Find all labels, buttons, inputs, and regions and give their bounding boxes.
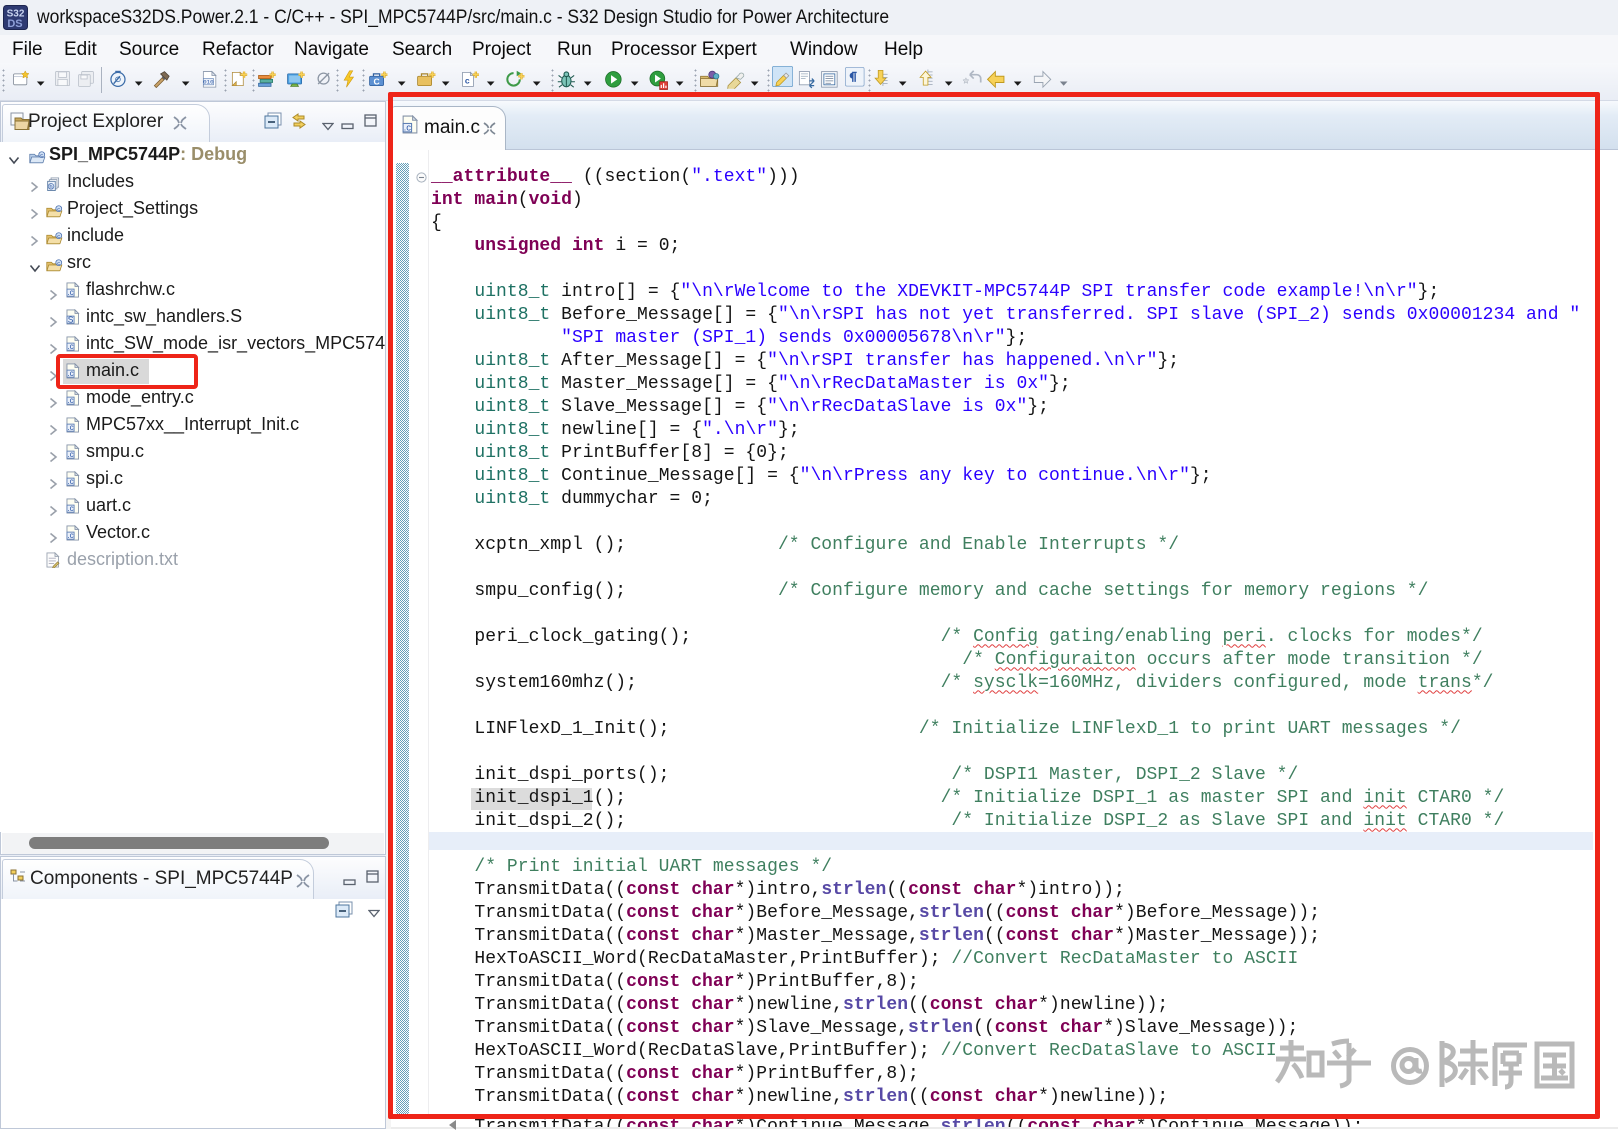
svg-text:c: c — [57, 206, 60, 212]
svg-text:.c: .c — [67, 531, 73, 540]
svg-text:.c: .c — [67, 504, 73, 513]
svg-text:c: c — [465, 75, 470, 85]
svg-text:h: h — [49, 184, 52, 190]
svg-text:.c: .c — [67, 396, 73, 405]
svg-text:010: 010 — [203, 79, 214, 86]
svg-text:.c: .c — [67, 342, 73, 351]
svg-text:c: c — [57, 233, 60, 239]
svg-text:c: c — [57, 260, 60, 266]
svg-text:.c: .c — [67, 288, 73, 297]
svg-text:c: c — [40, 152, 43, 158]
svg-text:.c: .c — [67, 423, 73, 432]
svg-text:S: S — [68, 314, 74, 324]
svg-text:C: C — [373, 76, 379, 86]
svg-text:DS: DS — [7, 18, 22, 30]
svg-text:.c: .c — [67, 450, 73, 459]
svg-text:.c: .c — [67, 477, 73, 486]
